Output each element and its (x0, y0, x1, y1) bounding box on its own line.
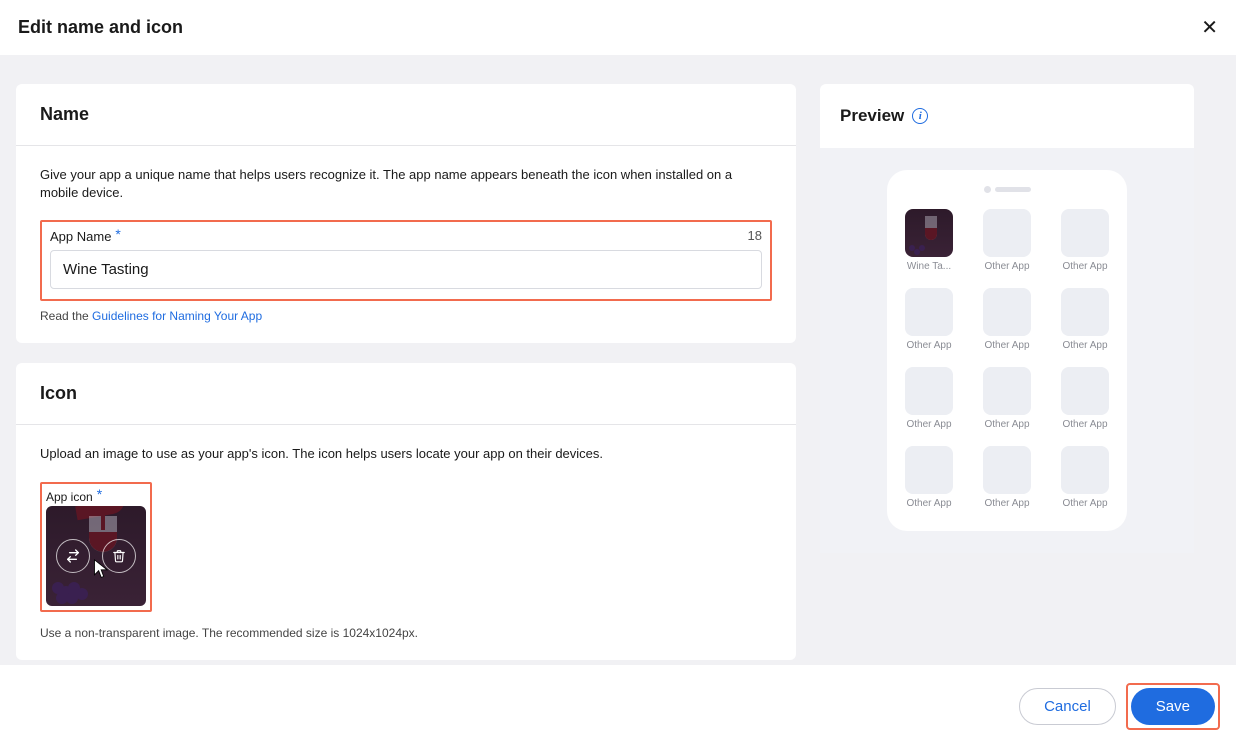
phone-mockup: Wine Ta... Other App Other App Other App… (887, 170, 1127, 531)
speaker-dot-icon (984, 186, 991, 193)
main-column: Name Give your app a unique name that he… (16, 84, 796, 660)
save-button-highlight: Save (1126, 683, 1220, 730)
trash-icon (112, 549, 126, 563)
app-tile-placeholder: Other App (1055, 209, 1115, 272)
app-label: Other App (1062, 498, 1107, 509)
icon-card-body: Upload an image to use as your app's ico… (16, 425, 796, 659)
app-name-input[interactable] (50, 250, 762, 289)
app-tile-placeholder: Other App (1055, 446, 1115, 509)
cancel-button[interactable]: Cancel (1019, 688, 1116, 725)
app-name-field-highlight: App Name * 18 (40, 220, 772, 301)
app-icon-placeholder (905, 446, 953, 494)
app-icon-placeholder (983, 367, 1031, 415)
required-asterisk-icon: * (97, 486, 102, 502)
preview-stage: Wine Ta... Other App Other App Other App… (820, 148, 1194, 553)
app-label: Wine Ta... (907, 261, 951, 272)
icon-actions (46, 506, 146, 606)
app-icon-placeholder (983, 288, 1031, 336)
app-tile-placeholder: Other App (899, 367, 959, 430)
delete-icon-button[interactable] (102, 539, 136, 573)
preview-header: Preview i (820, 84, 1194, 148)
app-label: Other App (906, 340, 951, 351)
app-icon-placeholder (1061, 209, 1109, 257)
app-label: Other App (984, 498, 1029, 509)
name-card-title: Name (40, 104, 772, 125)
dialog-header: Edit name and icon ✕ (0, 0, 1236, 55)
app-name-label: App Name * (50, 228, 121, 244)
app-tile-yourapp: Wine Ta... (899, 209, 959, 272)
app-label: Other App (984, 419, 1029, 430)
app-tile-placeholder: Other App (899, 446, 959, 509)
close-icon[interactable]: ✕ (1201, 18, 1218, 38)
app-icon-placeholder (1061, 367, 1109, 415)
app-tile-placeholder: Other App (1055, 288, 1115, 351)
app-icon-placeholder (1061, 446, 1109, 494)
icon-card: Icon Upload an image to use as your app'… (16, 363, 796, 659)
app-name-char-count: 18 (748, 228, 762, 243)
app-icon-placeholder (1061, 288, 1109, 336)
replace-icon-button[interactable] (56, 539, 90, 573)
app-label: Other App (906, 419, 951, 430)
naming-guidelines-link[interactable]: Guidelines for Naming Your App (92, 309, 262, 323)
icon-description: Upload an image to use as your app's ico… (40, 445, 772, 463)
app-label: Other App (984, 261, 1029, 272)
app-icon-yourapp (905, 209, 953, 257)
app-icon-placeholder (983, 446, 1031, 494)
phone-notch (899, 186, 1115, 193)
info-icon[interactable]: i (912, 108, 928, 124)
app-icon-placeholder (983, 209, 1031, 257)
required-asterisk-icon: * (115, 226, 120, 242)
swap-icon (65, 548, 81, 564)
dialog-title: Edit name and icon (18, 17, 183, 38)
app-label: Other App (984, 340, 1029, 351)
app-icon-field-highlight: App icon * (40, 482, 152, 612)
app-tile-placeholder: Other App (977, 288, 1037, 351)
app-icon-label: App icon * (46, 488, 146, 504)
app-icon-helper: Use a non-transparent image. The recomme… (40, 626, 772, 640)
app-icon-label-text: App icon (46, 490, 93, 504)
name-card-body: Give your app a unique name that helps u… (16, 146, 796, 343)
save-button[interactable]: Save (1131, 688, 1215, 725)
name-card: Name Give your app a unique name that he… (16, 84, 796, 343)
app-tile-placeholder: Other App (899, 288, 959, 351)
app-label: Other App (906, 498, 951, 509)
icon-card-header: Icon (16, 363, 796, 425)
app-icon-placeholder (905, 367, 953, 415)
preview-title: Preview (840, 106, 904, 126)
app-icon-placeholder (905, 288, 953, 336)
app-name-label-text: App Name (50, 229, 111, 244)
app-label: Other App (1062, 419, 1107, 430)
app-tile-placeholder: Other App (977, 367, 1037, 430)
app-icon-thumbnail[interactable] (46, 506, 146, 606)
speaker-bar-icon (995, 187, 1031, 192)
app-label: Other App (1062, 340, 1107, 351)
dialog-footer: Cancel Save (0, 665, 1236, 748)
app-grid: Wine Ta... Other App Other App Other App… (899, 209, 1115, 509)
app-name-helper-prefix: Read the (40, 309, 92, 323)
app-name-helper: Read the Guidelines for Naming Your App (40, 309, 772, 323)
preview-card: Preview i Wine Ta... Other A (820, 84, 1194, 553)
app-tile-placeholder: Other App (1055, 367, 1115, 430)
name-card-header: Name (16, 84, 796, 146)
app-tile-placeholder: Other App (977, 446, 1037, 509)
app-name-label-row: App Name * 18 (50, 228, 762, 244)
name-description: Give your app a unique name that helps u… (40, 166, 772, 202)
app-label: Other App (1062, 261, 1107, 272)
app-tile-placeholder: Other App (977, 209, 1037, 272)
dialog-content: Name Give your app a unique name that he… (0, 55, 1236, 689)
icon-card-title: Icon (40, 383, 772, 404)
